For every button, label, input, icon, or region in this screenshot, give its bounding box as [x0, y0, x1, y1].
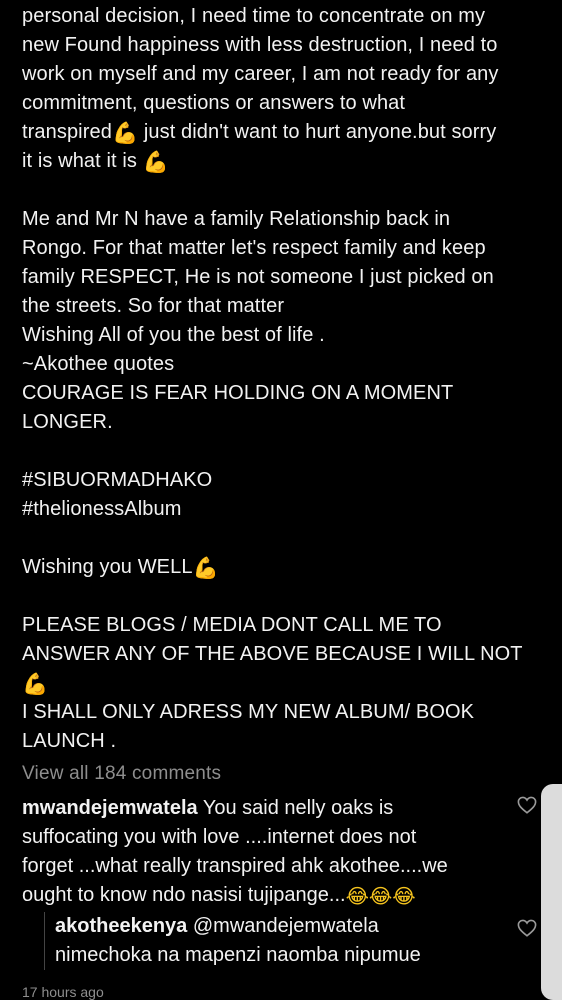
comment-reply: akotheekenya @mwandejemwatela nimechoka … [44, 912, 525, 970]
caption-line: work on myself and my career, I am not r… [22, 63, 499, 85]
caption-line: new Found happiness with less destructio… [22, 34, 498, 56]
caption-line: it is what it is 💪 [22, 147, 552, 176]
reply-line: akotheekenya @mwandejemwatela [55, 912, 525, 941]
caption-line: 💪 [22, 669, 552, 698]
caption-line: Wishing All of you the best of life . [22, 324, 325, 346]
heart-outline-icon[interactable] [517, 919, 537, 937]
flexed-biceps-emoji: 💪 [192, 556, 219, 580]
hashtag-sibuormadhako[interactable]: #SIBUORMADHAKO [22, 466, 552, 495]
comment-line: mwandejemwatela You said nelly oaks is [22, 794, 522, 823]
comment-line: suffocating you with love ....internet d… [22, 826, 417, 848]
comment: mwandejemwatela You said nelly oaks is s… [22, 794, 522, 910]
caption-text: it is what it is [22, 150, 143, 172]
comment-line: ought to know ndo nasisi tujipange...😂😂😂 [22, 881, 522, 910]
reply-username[interactable]: akotheekenya [55, 915, 187, 937]
view-all-comments-link[interactable]: View all 184 comments [22, 763, 221, 785]
caption-line: LAUNCH . [22, 730, 117, 752]
reply-mention[interactable]: @mwandejemwatela [187, 915, 379, 937]
flexed-biceps-emoji: 💪 [111, 121, 139, 145]
caption-line: LONGER. [22, 411, 113, 433]
caption-line: personal decision, I need time to concen… [22, 5, 486, 27]
tears-of-joy-emoji: 😂😂😂 [345, 884, 416, 908]
caption-text: Wishing you WELL [22, 556, 193, 578]
comment-line: forget ...what really transpired ahk ako… [22, 855, 448, 877]
hashtag-thelionessalbum[interactable]: #thelionessAlbum [22, 495, 552, 524]
caption-line: family RESPECT, He is not someone I just… [22, 266, 494, 288]
post-caption: personal decision, I need time to concen… [22, 2, 552, 756]
caption-text: transpired [22, 121, 112, 143]
comment-username[interactable]: mwandejemwatela [22, 797, 198, 819]
caption-line: Rongo. For that matter let's respect fam… [22, 237, 486, 259]
caption-line: COURAGE IS FEAR HOLDING ON A MOMENT [22, 382, 454, 404]
caption-line: Wishing you WELL💪 [22, 553, 552, 582]
comment-text: You said nelly oaks is [197, 797, 394, 819]
caption-line: commitment, questions or answers to what [22, 92, 406, 114]
caption-line: ANSWER ANY OF THE ABOVE BECAUSE I WILL N… [22, 643, 523, 665]
heart-outline-icon[interactable] [517, 796, 537, 814]
comment-text: ought to know ndo nasisi tujipange... [22, 884, 346, 906]
side-scroll-handle[interactable] [541, 784, 562, 1000]
caption-line: PLEASE BLOGS / MEDIA DONT CALL ME TO [22, 614, 442, 636]
reply-text: nimechoka na mapenzi naomba nipumue [55, 944, 421, 966]
flexed-biceps-emoji: 💪 [22, 672, 49, 696]
caption-text: just didn't want to hurt anyone.but sorr… [138, 121, 497, 143]
caption-line: the streets. So for that matter [22, 295, 285, 317]
caption-line: transpired💪 just didn't want to hurt any… [22, 118, 552, 147]
caption-line: ~Akothee quotes [22, 353, 175, 375]
caption-line: I SHALL ONLY ADRESS MY NEW ALBUM/ BOOK [22, 701, 475, 723]
flexed-biceps-emoji: 💪 [142, 150, 169, 174]
caption-line: Me and Mr N have a family Relationship b… [22, 208, 451, 230]
comment-timestamp: 17 hours ago [22, 984, 104, 1000]
